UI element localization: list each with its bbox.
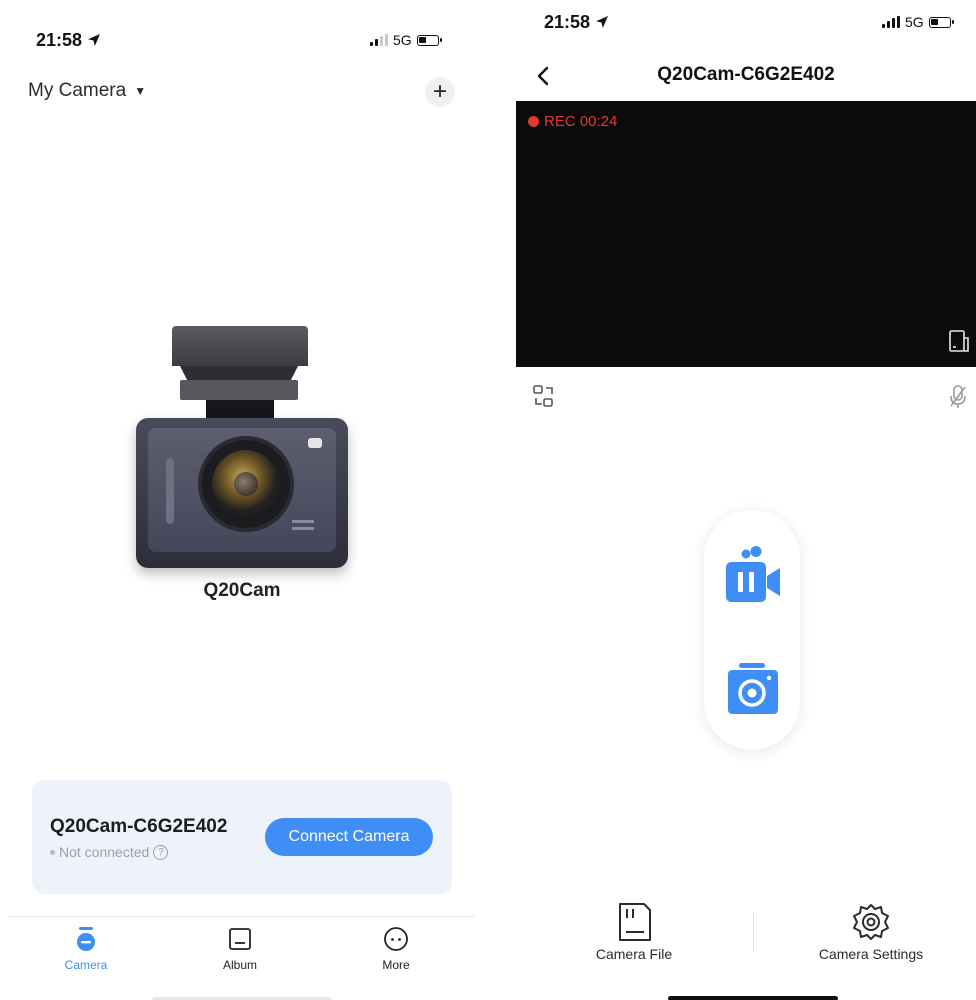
status-indicators: 5G	[370, 32, 442, 48]
snapshot-camera-icon[interactable]	[726, 662, 780, 716]
mount-neck	[206, 400, 274, 420]
mount-rail	[180, 380, 298, 400]
add-camera-button[interactable]: +	[425, 77, 455, 107]
connection-status-text: Not connected	[59, 844, 150, 860]
mount-lip	[180, 366, 298, 380]
camera-body	[136, 418, 348, 568]
camera-file-label: Camera File	[595, 946, 673, 962]
page-title: Q20Cam-C6G2E402	[657, 64, 835, 85]
dashcam-illustration[interactable]	[136, 326, 348, 570]
mount-top	[172, 326, 308, 366]
home-indicator-right	[668, 996, 838, 1000]
tabbar-divider	[8, 916, 474, 917]
capture-controls	[704, 510, 800, 750]
device-model-name: Q20Cam	[203, 580, 281, 601]
tab-camera[interactable]: Camera	[46, 926, 126, 972]
gear-icon	[853, 904, 889, 940]
caret-down-icon: ▼	[134, 84, 147, 98]
location-arrow-icon	[88, 34, 101, 46]
live-video-feed[interactable]: REC 00:24	[516, 101, 976, 367]
tab-camera-label: Camera	[64, 958, 108, 972]
sd-card-icon	[619, 903, 651, 941]
fullscreen-icon[interactable]	[948, 329, 970, 353]
camera-led	[308, 438, 322, 448]
connect-camera-button[interactable]: Connect Camera	[265, 818, 433, 856]
camera-tab-icon	[77, 927, 95, 951]
camera-settings-button[interactable]: Camera Settings	[806, 902, 936, 962]
network-type: 5G	[393, 32, 412, 48]
tab-more-label: More	[382, 958, 410, 972]
network-type: 5G	[905, 14, 924, 30]
tab-more[interactable]: More	[356, 926, 436, 972]
rec-dot-icon	[528, 116, 539, 127]
tab-album-label: Album	[222, 958, 257, 972]
signal-icon	[882, 16, 900, 28]
camera-slot	[166, 458, 174, 524]
tab-album[interactable]: Album	[200, 926, 280, 972]
album-icon	[229, 928, 251, 950]
connect-card: Q20Cam-C6G2E402 Not connected ? Connect …	[32, 780, 452, 894]
device-id: Q20Cam-C6G2E402	[50, 816, 228, 837]
connection-status: Not connected ?	[50, 844, 169, 860]
signal-icon	[370, 34, 388, 46]
live-view-screen: 21:58 5G Q20Cam-C6G2E402 REC 00:24 Camer…	[516, 0, 976, 1000]
lens-core	[234, 472, 258, 496]
camera-face	[148, 428, 336, 552]
switch-camera-icon[interactable]	[532, 384, 556, 408]
more-icon	[384, 927, 408, 951]
camera-selector[interactable]: My Camera ▼	[28, 80, 146, 102]
status-indicators-right: 5G	[882, 14, 954, 30]
camera-settings-label: Camera Settings	[818, 946, 924, 962]
camera-file-button[interactable]: Camera File	[584, 902, 684, 962]
camera-list-screen: 21:58 5G My Camera ▼ + Q20Cam Q20Cam-C6G…	[0, 0, 484, 1000]
pause-recording-icon[interactable]	[724, 546, 782, 604]
status-time: 21:58	[36, 30, 101, 51]
rec-indicator: REC 00:24	[528, 113, 617, 130]
status-dot	[50, 849, 55, 855]
bottom-divider	[753, 912, 754, 952]
camera-selector-label: My Camera	[28, 80, 127, 101]
mic-muted-icon[interactable]	[948, 384, 968, 410]
panel-gap	[484, 0, 516, 1000]
battery-icon	[928, 16, 954, 28]
camera-vent	[292, 520, 314, 530]
status-time-right: 21:58	[544, 12, 609, 33]
plus-icon: +	[432, 78, 447, 105]
location-arrow-icon	[596, 16, 609, 28]
help-icon[interactable]: ?	[153, 844, 169, 860]
rec-timer: REC 00:24	[544, 113, 618, 130]
lens-ring	[212, 450, 280, 518]
camera-lens	[202, 440, 290, 528]
battery-icon	[416, 34, 442, 46]
